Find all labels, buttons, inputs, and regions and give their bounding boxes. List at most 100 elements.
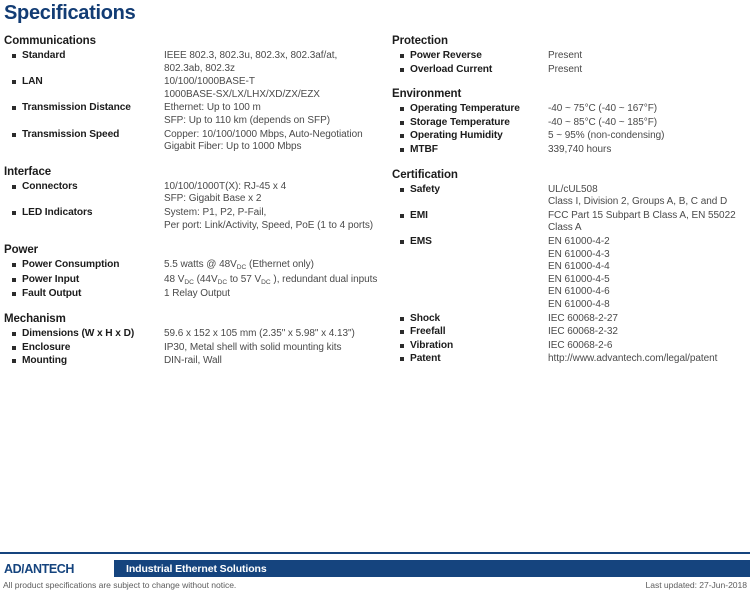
spec-label: Power Input: [22, 273, 80, 285]
spec-value-line: http://www.advantech.com/legal/patent: [548, 353, 718, 365]
bullet-icon: [400, 54, 404, 58]
spec-label: Transmission Speed: [22, 128, 120, 140]
spec-label: EMS: [410, 235, 432, 247]
footer-note-row: All product specifications are subject t…: [0, 577, 750, 591]
spec-label-wrap: Operating Temperature: [392, 103, 548, 116]
spec-group-title: Certification: [392, 168, 458, 181]
spec-value-line: EN 61000-4-2: [548, 235, 610, 247]
spec-row: LAN 10/100/1000BASE-T 1000BASE-SX/LX/LHX/X…: [4, 76, 386, 101]
spec-group-environment: Environment Operating Temperature -40 ~ 75…: [392, 87, 750, 156]
spec-group-protection: Protection Power Reverse Present Overload C…: [392, 34, 750, 76]
spec-value-line: EN 61000-4-6: [548, 286, 610, 298]
footer-disclaimer: All product specifications are subject t…: [3, 580, 237, 590]
bullet-icon: [12, 263, 16, 268]
spec-group-certification: Certification Safety UL/cUL508 Class I, Div…: [392, 168, 750, 366]
bullet-icon: [400, 134, 404, 139]
spec-values: DIN-rail, Wall: [164, 355, 386, 368]
spec-label-wrap: LAN: [4, 76, 164, 89]
spec-label-wrap: Shock: [392, 313, 548, 326]
spec-row: Safety UL/cUL508 Class I, Division 2, Grou…: [392, 184, 750, 209]
spec-label: Power Reverse: [410, 50, 482, 61]
bullet-icon: [12, 292, 16, 297]
spec-value-line: EN 61000-4-8: [548, 298, 610, 310]
specs-left-column: Communications Standard IEEE 802.3, 802.3u…: [0, 34, 386, 369]
spec-value-line: EN 61000-4-3: [548, 248, 610, 260]
spec-values: 48 VDC (44VDC to 57 VDC ), redundant dua…: [164, 274, 386, 288]
spec-value-line: EN 61000-4-4: [548, 261, 610, 273]
spec-values: Present: [548, 64, 750, 77]
spec-value-line: 10/100/1000BASE-T: [164, 76, 255, 88]
spec-value-line: 5 ~ 95% (non-condensing): [548, 130, 665, 142]
spec-group-title: Environment: [392, 88, 462, 101]
bullet-icon: [400, 316, 404, 321]
spec-row: Operating Humidity 5 ~ 95% (non-condensin…: [392, 130, 750, 143]
spec-row: Transmission Distance Ethernet: Up to 100…: [4, 102, 386, 127]
spec-row: Power Reverse Present: [392, 50, 750, 63]
spec-value-line: 59.6 x 152 x 105 mm (2.35" x 5.98" x 4.1…: [164, 327, 355, 339]
bullet-icon: [400, 357, 404, 362]
spec-value-line: -40 ~ 75°C (-40 ~ 167°F): [548, 103, 658, 115]
spec-values: 1 Relay Output: [164, 288, 386, 301]
advantech-logo-text: AD\ANTECH: [4, 562, 74, 576]
spec-label-wrap: Storage Temperature: [392, 117, 548, 130]
spec-row: MTBF 339,740 hours: [392, 144, 750, 157]
spec-value-line: FCC Part 15 Subpart B Class A, EN 55022: [548, 209, 736, 221]
spec-value-line: 48 VDC (44VDC to 57 VDC ), redundant dua…: [164, 273, 378, 286]
spec-values: 10/100/1000T(X): RJ-45 x 4 SFP: Gigabit B…: [164, 181, 386, 206]
spec-label-wrap: EMI: [392, 210, 548, 223]
bullet-icon: [12, 345, 16, 350]
spec-value-line: DIN-rail, Wall: [164, 355, 222, 367]
spec-label-wrap: EMS: [392, 236, 548, 249]
spec-values: FCC Part 15 Subpart B Class A, EN 55022 C…: [548, 210, 750, 235]
spec-label: LAN: [22, 76, 43, 88]
bullet-icon: [400, 343, 404, 348]
page-title: Specifications: [4, 2, 136, 24]
footer-brand-bar: AD\ANTECH Industrial Ethernet Solutions: [0, 560, 750, 577]
spec-value-line: 1000BASE-SX/LX/LHX/XD/ZX/EZX: [164, 88, 320, 100]
bullet-icon: [400, 67, 404, 72]
spec-values: EN 61000-4-2 EN 61000-4-3 EN 61000-4-4 EN 6…: [548, 236, 750, 312]
spec-values: Ethernet: Up to 100 m SFP: Up to 110 km (…: [164, 102, 386, 127]
spec-row: Dimensions (W x H x D) 59.6 x 152 x 105 m…: [4, 328, 386, 341]
spec-values: 339,740 hours: [548, 144, 750, 157]
spec-label-wrap: Transmission Speed: [4, 129, 164, 142]
spec-label: Standard: [22, 50, 66, 61]
spec-group-title: Interface: [4, 165, 52, 178]
bullet-icon: [12, 184, 16, 189]
spec-values: UL/cUL508 Class I, Division 2, Groups A, …: [548, 184, 750, 209]
spec-row: Standard IEEE 802.3, 802.3u, 802.3x, 802.…: [4, 50, 386, 75]
spec-value-line: SFP: Gigabit Base x 2: [164, 193, 262, 205]
spec-row: Connectors 10/100/1000T(X): RJ-45 x 4 SFP:…: [4, 181, 386, 206]
spec-row: Power Consumption 5.5 watts @ 48VDC (Ethe…: [4, 259, 386, 273]
spec-value-line: Ethernet: Up to 100 m: [164, 102, 261, 114]
spec-label-wrap: Patent: [392, 353, 548, 366]
spec-value-line: System: P1, P2, P-Fail,: [164, 206, 267, 218]
spec-label: EMI: [410, 209, 428, 221]
spec-label-wrap: Vibration: [392, 340, 548, 353]
spec-values: 10/100/1000BASE-T 1000BASE-SX/LX/LHX/XD/Z…: [164, 76, 386, 101]
spec-label: Dimensions (W x H x D): [22, 327, 135, 339]
spec-values: 5.5 watts @ 48VDC (Ethernet only): [164, 259, 386, 273]
spec-label-wrap: Power Reverse: [392, 50, 548, 63]
bullet-icon: [12, 210, 16, 215]
spec-value-line: 802.3ab, 802.3z: [164, 62, 235, 74]
spec-values: System: P1, P2, P-Fail, Per port: Link/Ac…: [164, 207, 386, 232]
spec-row: Power Input 48 VDC (44VDC to 57 VDC ), re…: [4, 274, 386, 288]
spec-group-title: Power: [4, 244, 39, 257]
spec-label-wrap: Freefall: [392, 326, 548, 339]
spec-row: Patent http://www.advantech.com/legal/pat…: [392, 353, 750, 366]
spec-value-line: 1 Relay Output: [164, 288, 231, 300]
spec-values: -40 ~ 85°C (-40 ~ 185°F): [548, 117, 750, 130]
spec-value-line: IEC 60068-2-32: [548, 326, 618, 338]
spec-row: Overload Current Present: [392, 64, 750, 77]
spec-row: Storage Temperature -40 ~ 85°C (-40 ~ 185…: [392, 117, 750, 130]
bullet-icon: [400, 213, 404, 218]
spec-value-line: Gigabit Fiber: Up to 1000 Mbps: [164, 141, 302, 153]
spec-label: Vibration: [410, 339, 454, 351]
spec-label: Transmission Distance: [22, 102, 131, 114]
spec-label: Patent: [410, 353, 441, 365]
spec-label: Storage Temperature: [410, 116, 510, 128]
spec-value-line: EN 61000-4-5: [548, 273, 610, 285]
spec-label-wrap: Fault Output: [4, 288, 164, 301]
spec-value-line: IEEE 802.3, 802.3u, 802.3x, 802.3af/at,: [164, 50, 338, 61]
